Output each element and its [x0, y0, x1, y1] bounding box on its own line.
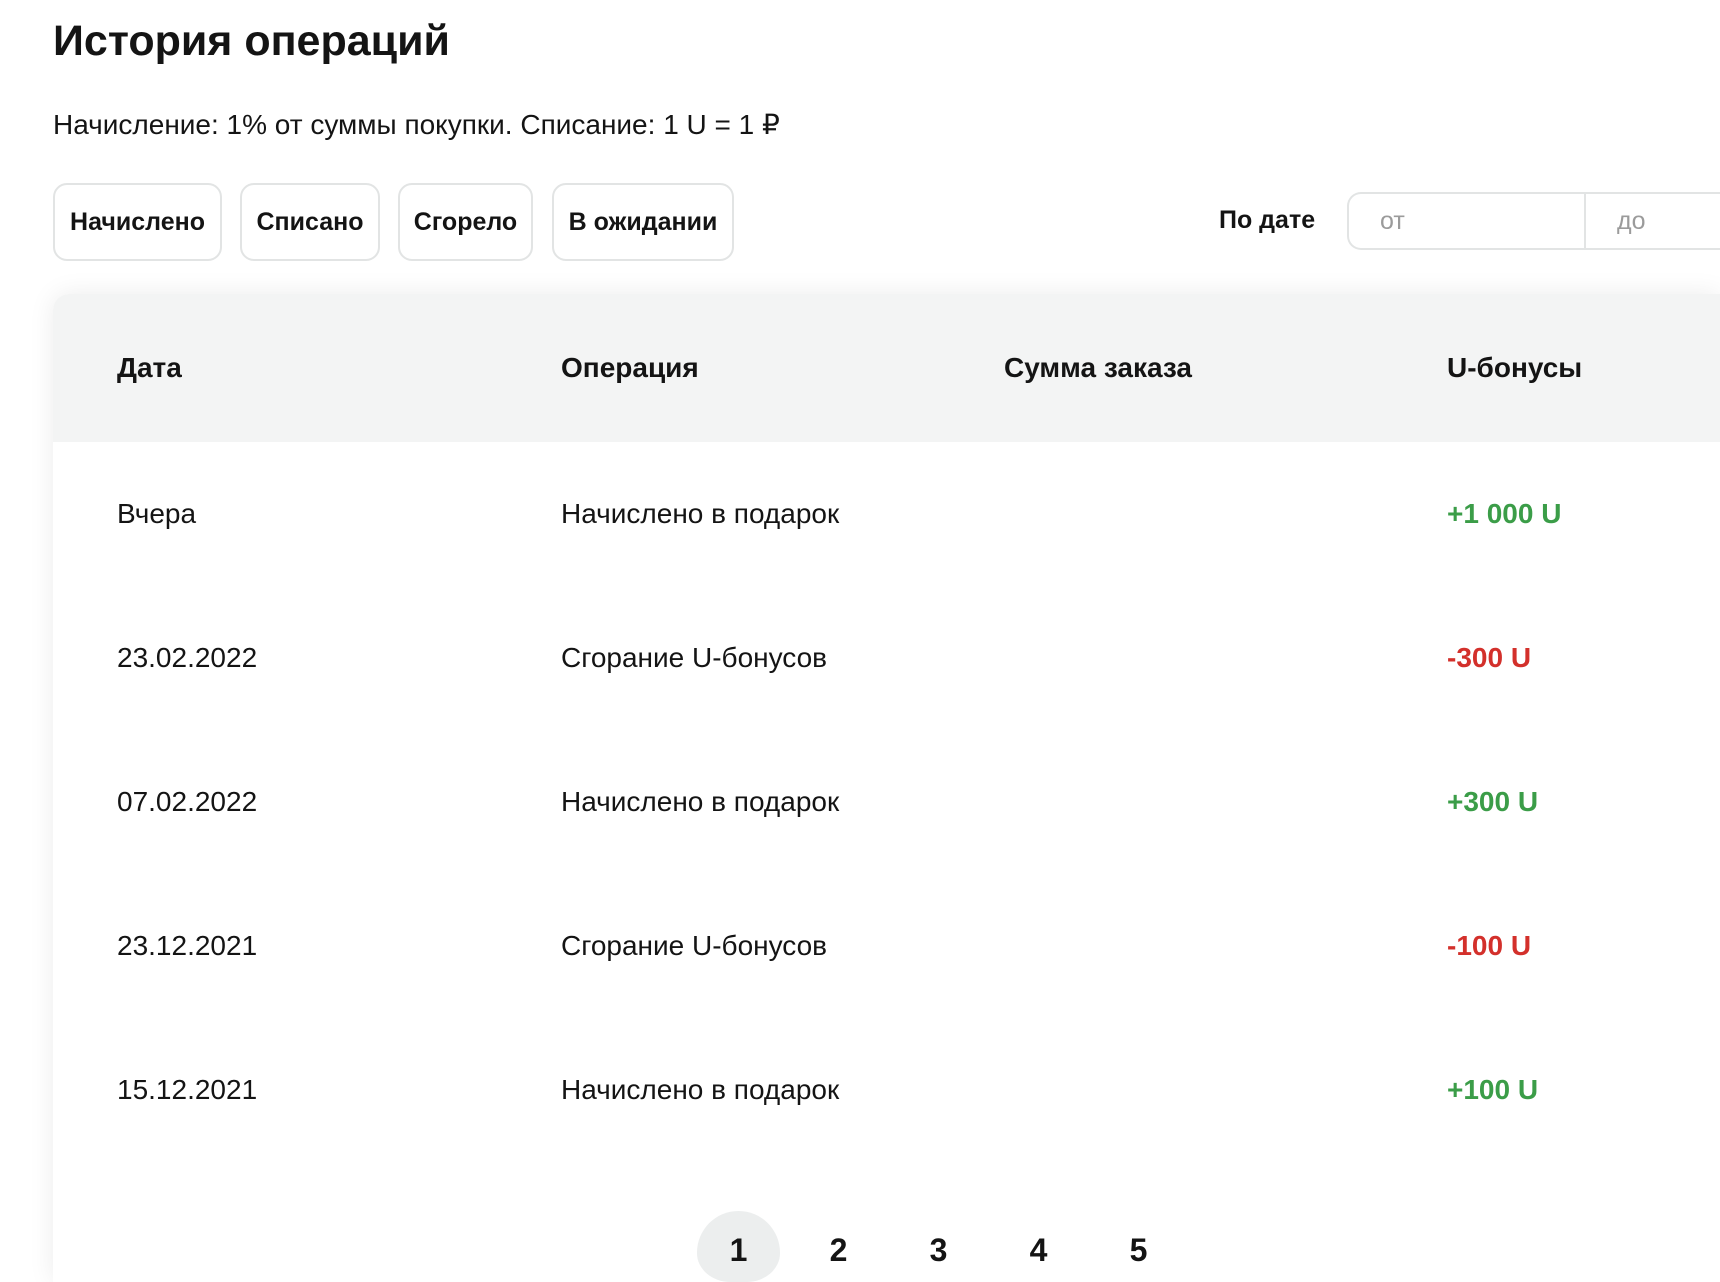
operations-table: Дата Операция Сумма заказа U-бонусы Вчер… — [53, 294, 1720, 1282]
operation-cell: Начислено в подарок — [561, 1074, 840, 1105]
column-header-operation: Операция — [561, 352, 699, 383]
filter-written-off-button[interactable]: Списано — [240, 183, 380, 261]
filter-expired-button[interactable]: Сгорело — [398, 183, 533, 261]
table-row: 07.02.2022 Начислено в подарок +300 U — [53, 730, 1720, 874]
date-cell: 07.02.2022 — [117, 786, 258, 817]
bonus-amount-cell: +1 000 U — [1447, 498, 1562, 529]
page-title: История операций — [53, 17, 450, 65]
page-button-1[interactable]: 1 — [697, 1211, 780, 1282]
bonus-amount-cell: -300 U — [1447, 642, 1532, 673]
bonus-amount-cell: +100 U — [1447, 1074, 1539, 1105]
date-cell: 15.12.2021 — [117, 1074, 258, 1105]
date-cell: Вчера — [117, 498, 197, 529]
operation-cell: Начислено в подарок — [561, 786, 840, 817]
column-header-date: Дата — [117, 352, 182, 383]
operation-cell: Сгорание U-бонусов — [561, 930, 828, 961]
page-button-4[interactable]: 4 — [997, 1211, 1080, 1282]
column-header-order-sum: Сумма заказа — [1004, 352, 1193, 383]
page-button-3[interactable]: 3 — [897, 1211, 980, 1282]
operation-cell: Сгорание U-бонусов — [561, 642, 828, 673]
table-row: 23.02.2022 Сгорание U-бонусов -300 U — [53, 586, 1720, 730]
filter-pending-button[interactable]: В ожидании — [552, 183, 734, 261]
page-button-5[interactable]: 5 — [1097, 1211, 1180, 1282]
table-row: Вчера Начислено в подарок +1 000 U — [53, 442, 1720, 586]
table-row: 23.12.2021 Сгорание U-бонусов -100 U — [53, 874, 1720, 1018]
date-cell: 23.12.2021 — [117, 930, 258, 961]
bonus-rules-text: Начисление: 1% от суммы покупки. Списани… — [53, 109, 780, 140]
page-button-2[interactable]: 2 — [797, 1211, 880, 1282]
date-filter-label: По дате — [1219, 206, 1316, 234]
operation-cell: Начислено в подарок — [561, 498, 840, 529]
date-to-input[interactable] — [1586, 194, 1720, 248]
pagination: 1 2 3 4 5 — [697, 1211, 1180, 1282]
bonus-amount-cell: +300 U — [1447, 786, 1539, 817]
filter-accrued-button[interactable]: Начислено — [53, 183, 222, 261]
column-header-bonus: U-бонусы — [1447, 352, 1583, 383]
date-cell: 23.02.2022 — [117, 642, 258, 673]
date-from-input[interactable] — [1349, 194, 1586, 248]
table-header: Дата Операция Сумма заказа U-бонусы — [53, 294, 1720, 442]
bonus-amount-cell: -100 U — [1447, 930, 1532, 961]
table-row: 15.12.2021 Начислено в подарок +100 U — [53, 1018, 1720, 1162]
date-range-picker — [1347, 192, 1720, 250]
